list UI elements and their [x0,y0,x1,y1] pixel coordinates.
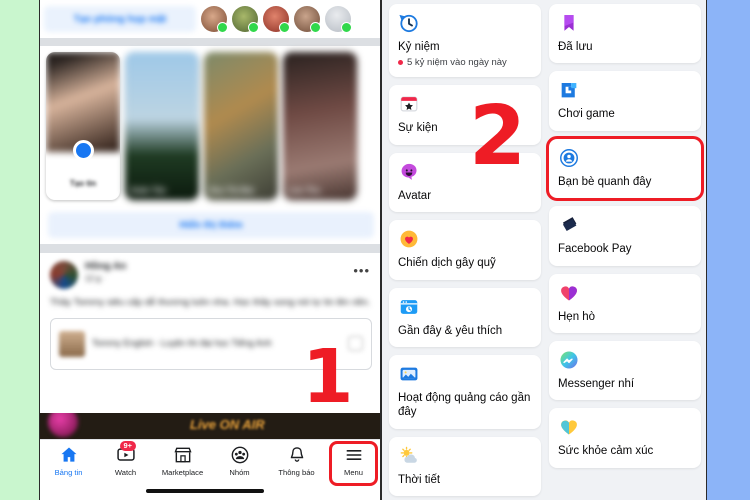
left-green-band [0,0,39,500]
menu-item-label: Chiến dịch gây quỹ [398,257,496,270]
saved-bookmark-icon [564,15,574,31]
live-banner-text: Live ON AIR [190,417,265,432]
menu-item-label: Avatar [398,189,432,202]
more-options-icon[interactable]: ••• [353,263,370,278]
menu-item-label: Kỷ niệm [398,41,440,53]
nav-item-marketplace[interactable]: Marketplace [154,445,211,477]
link-title: Tommy English - Luyện thi đại học Tiếng … [92,338,272,349]
menu-item-weather[interactable]: Thời tiết [389,436,541,496]
nav-item-watch[interactable]: 9+ Watch [97,441,154,477]
home-indicator [146,489,264,493]
memories-clock-icon [399,14,418,33]
nav-item-notifications[interactable]: Thông báo [268,445,325,477]
nav-item-groups[interactable]: Nhóm [211,445,268,477]
menu-item-ad-activity[interactable]: Hoạt động quảng cáo gần đây [389,354,541,429]
story-avatar[interactable] [263,6,290,33]
story-avatar[interactable] [201,6,228,33]
nav-label: Nhóm [229,468,250,477]
story-avatar[interactable] [325,6,352,33]
menu-item-label: Hẹn hò [558,310,596,323]
story-avatar[interactable] [294,6,321,33]
annotation-step-2: 2 [469,89,527,184]
recent-favorites-icon [400,299,418,314]
post-timestamp: 12 g · [85,274,106,283]
messenger-kids-icon [560,351,578,369]
menu-item-memories[interactable]: Kỷ niệm 5 kỷ niệm vào ngày này [389,4,541,78]
menu-item-subtitle: 5 kỷ niệm vào ngày này [398,57,532,68]
menu-right-column: Đã lưu Chơi game Bạn bè quanh đây Facebo… [546,4,704,496]
show-more-button[interactable]: Hiển thị thêm [48,212,374,238]
nav-label: Bảng tin [54,468,83,477]
menu-item-label: Đã lưu [558,41,593,53]
avatar[interactable] [50,261,78,289]
menu-item-gaming[interactable]: Chơi game [549,71,701,131]
create-story-plus-icon [73,140,94,161]
facebook-newsfeed-panel: Tạo phòng họp mặt Tạo tin Xuân Tân Hoa T… [39,0,381,500]
menu-item-label: Thời tiết [398,473,441,486]
menu-item-label: Bạn bè quanh đây [558,175,652,188]
menu-item-subtitle-text: 5 kỷ niệm vào ngày này [407,57,507,69]
watch-badge: 9+ [120,441,136,452]
story-card[interactable]: Lưu Thu [283,52,357,200]
menu-item-label: Sức khỏe cảm xúc [558,445,654,458]
annotation-step-1: 1 [302,334,354,420]
dating-heart-icon [561,285,577,301]
story-name: Hoa Thị Mai [209,186,254,195]
fundraiser-heart-icon [400,230,418,248]
home-icon [61,447,76,462]
section-divider [40,38,380,46]
unread-dot-icon [398,60,403,66]
bottom-navigation-bar[interactable]: Bảng tin 9+ Watch Marketplace Nhóm Thông… [40,439,380,500]
groups-icon [231,446,248,464]
nav-label: Thông báo [278,468,315,477]
menu-item-saved[interactable]: Đã lưu [549,4,701,64]
menu-item-facebook-pay[interactable]: Facebook Pay [549,206,701,266]
facebook-menu-panel: Kỷ niệm 5 kỷ niệm vào ngày này Sự kiện A… [381,0,707,500]
post-author-name[interactable]: Hồng An [85,261,126,272]
create-story-label: Tạo tin [69,179,97,188]
story-card[interactable]: Hoa Thị Mai [204,52,278,200]
story-avatar[interactable] [232,6,259,33]
menu-item-fundraiser[interactable]: Chiến dịch gây quỹ [389,220,541,280]
menu-item-dating[interactable]: Hẹn hò [549,273,701,333]
menu-item-label: Hoạt động quảng cáo gần đây [398,391,531,419]
bell-icon [290,447,303,462]
link-thumbnail [59,330,85,357]
menu-item-label: Chơi game [558,108,615,121]
gaming-icon [561,83,577,98]
weather-sun-cloud-icon [400,446,417,463]
story-name: Lưu Thu [288,186,321,195]
nav-item-newsfeed[interactable]: Bảng tin [40,445,97,477]
menu-item-nearby-friends[interactable]: Bạn bè quanh đây [546,135,704,202]
create-room-button[interactable]: Tạo phòng họp mặt [44,6,196,32]
menu-highlight-box [329,441,378,486]
nav-label: Watch [114,468,137,477]
section-divider [40,244,380,253]
menu-item-recent-favorites[interactable]: Gần đây & yêu thích [389,287,541,347]
stories-carousel[interactable]: Tạo tin Xuân Tân Hoa Thị Mai Lưu Thu [40,48,380,206]
facebook-pay-icon [562,217,577,232]
events-calendar-icon [400,96,418,112]
menu-left-column: Kỷ niệm 5 kỷ niệm vào ngày này Sự kiện A… [389,4,541,496]
composer-row: Tạo phòng họp mặt [40,0,380,38]
create-story-card[interactable]: Tạo tin [46,52,120,200]
menu-item-emotional-health[interactable]: Sức khỏe cảm xúc [549,408,701,468]
post-header: Hồng An 12 g · [50,261,372,289]
nav-label: Marketplace [161,468,204,477]
marketplace-icon [173,447,192,463]
story-name: Xuân Tân [130,186,167,195]
emotional-health-icon [561,420,577,435]
post-body-text: Thầy Tommy siêu cấp dễ thương luôn nha. … [50,297,371,308]
nearby-friends-icon [560,148,578,167]
ad-activity-icon [400,367,418,381]
avatar [48,413,78,437]
right-blue-band [707,0,750,500]
menu-item-messenger-kids[interactable]: Messenger nhí [549,340,701,401]
avatar-icon [401,163,417,180]
story-card[interactable]: Xuân Tân [125,52,199,200]
menu-item-label: Gần đây & yêu thích [398,324,503,337]
menu-item-label: Messenger nhí [558,377,635,390]
menu-grid: Kỷ niệm 5 kỷ niệm vào ngày này Sự kiện A… [382,0,706,496]
menu-item-label: Facebook Pay [558,243,632,256]
